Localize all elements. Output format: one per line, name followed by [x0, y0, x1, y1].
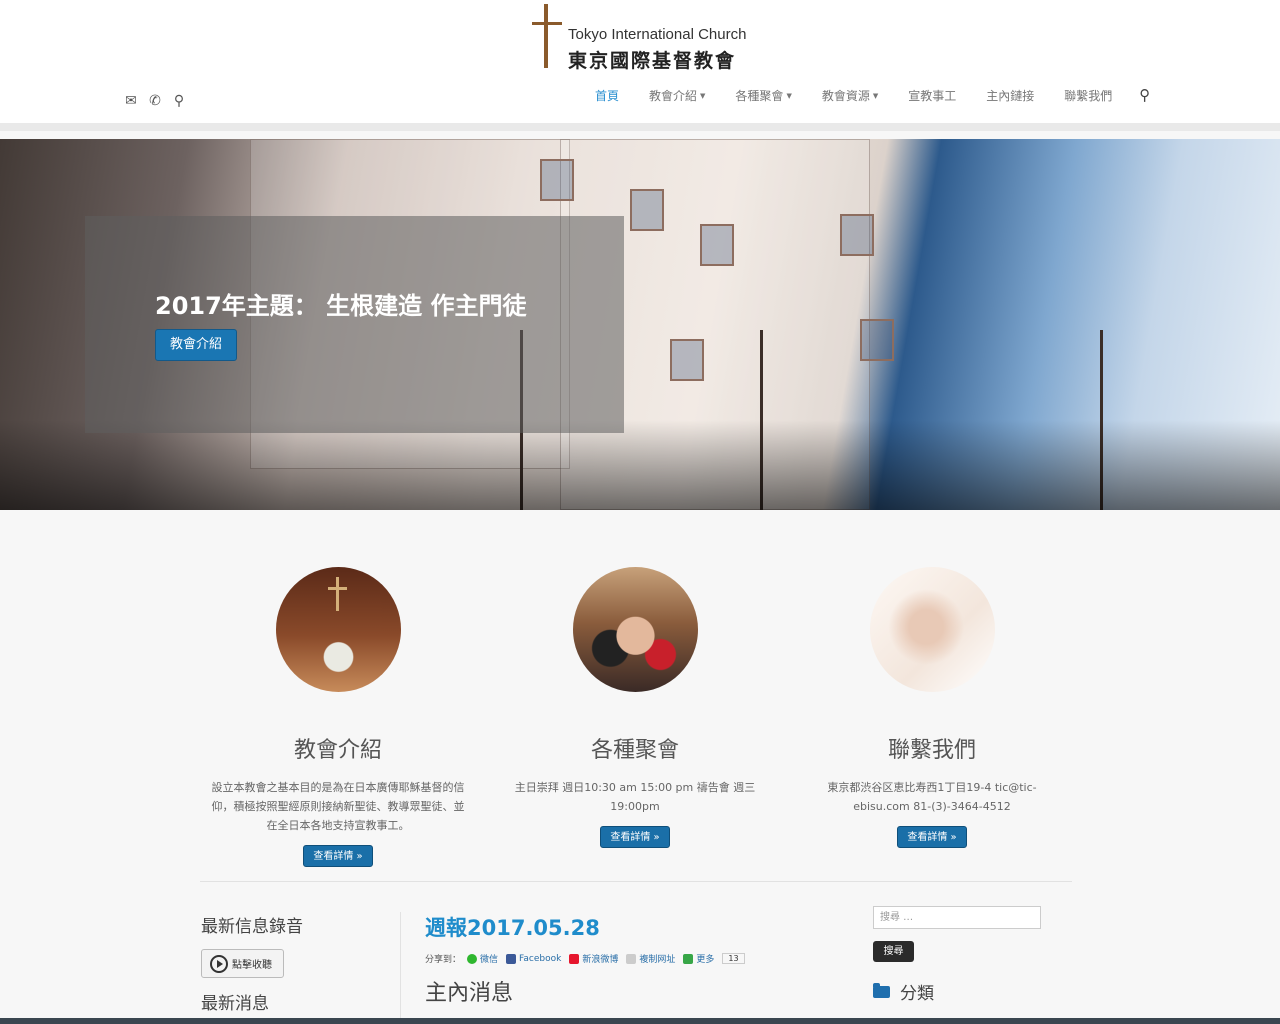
hero-about-button[interactable]: 教會介紹: [155, 329, 237, 361]
section-title: 主內消息: [425, 981, 514, 1006]
feature-about: 教會介紹 設立本教會之基本目的是為在日本廣傳耶穌基督的信仰，積極按照聖經原則接納…: [178, 567, 498, 867]
hero-caption: 2017年主題： 生根建造 作主門徒 教會介紹: [85, 216, 624, 433]
feature-title: 教會介紹: [293, 738, 382, 763]
feature-more-button[interactable]: 查看詳情 »: [600, 826, 670, 848]
hero-window: [670, 339, 704, 381]
share-label: 分享到：: [425, 955, 462, 965]
share-weibo[interactable]: 新浪微博: [569, 952, 618, 965]
play-icon: [210, 954, 228, 973]
feature-text: 設立本教會之基本目的是為在日本廣傳耶穌基督的信仰，積極按照聖經原則接納新聖徒、教…: [211, 781, 465, 832]
nav-item-meetings[interactable]: 各種聚會 ▼: [735, 87, 791, 104]
hero-window: [540, 159, 574, 201]
nav-item-resources[interactable]: 教會資源 ▼: [822, 87, 878, 104]
congregation-photo-image: [572, 567, 698, 692]
listen-button[interactable]: 點擊收聽: [201, 949, 284, 978]
feature-text: 主日崇拜 週日10:30 am 15:00 pm 禱告會 週三 19:00pm: [514, 781, 756, 813]
share-facebook[interactable]: Facebook: [506, 953, 561, 964]
categories-title: 分類: [873, 979, 1073, 1004]
hero-window: [840, 214, 874, 256]
right-sidebar: 搜尋 … 搜尋 分類: [873, 906, 1073, 1004]
map-marker-icon[interactable]: ⚲: [172, 93, 186, 109]
wechat-icon: [467, 953, 478, 964]
latest-news-title: 最新消息: [201, 994, 269, 1014]
church-interior-image: [275, 567, 401, 692]
search-icon[interactable]: ⚲: [1139, 86, 1150, 104]
hero-window: [630, 189, 664, 231]
main-nav: 首頁 教會介紹 ▼ 各種聚會 ▼ 教會資源 ▼ 宣教事工 主內鏈接 聯繫我們 ⚲: [580, 86, 1150, 104]
logo-text-zh: 東京國際基督教會: [568, 50, 737, 72]
facebook-icon: [506, 953, 517, 964]
feature-text: 東京都渋谷区恵比寿西1丁目19-4 tic@tic-ebisu.com 81-(…: [827, 781, 1037, 813]
share-wechat[interactable]: 微信: [467, 952, 498, 965]
feature-more-button[interactable]: 查看詳情 »: [303, 845, 373, 867]
holding-hands-image: [869, 567, 995, 692]
phone-icon[interactable]: ✆: [148, 93, 162, 109]
nav-item-missions[interactable]: 宣教事工: [908, 87, 956, 104]
search-input[interactable]: 搜尋 …: [873, 906, 1041, 929]
feature-meetings: 各種聚會 主日崇拜 週日10:30 am 15:00 pm 禱告會 週三 19:…: [475, 567, 795, 848]
feature-more-button[interactable]: 查看詳情 »: [897, 826, 967, 848]
search-button[interactable]: 搜尋: [873, 941, 914, 962]
copy-icon: [626, 953, 637, 964]
caret-down-icon: ▼: [786, 92, 792, 100]
contact-icons: ✉ ✆ ⚲: [124, 93, 186, 109]
plus-icon: [683, 953, 694, 964]
share-copy-url[interactable]: 複制网址: [626, 952, 675, 965]
feature-contact: 聯繫我們 東京都渋谷区恵比寿西1丁目19-4 tic@tic-ebisu.com…: [772, 567, 1092, 848]
cross-bar: [532, 22, 562, 25]
hero-window: [860, 319, 894, 361]
left-sidebar: 最新信息錄音 點擊收聽 最新消息: [201, 912, 401, 1024]
latest-sermon-title: 最新信息錄音: [201, 917, 303, 937]
section-divider: [200, 881, 1072, 882]
nav-item-contact[interactable]: 聯繫我們: [1064, 87, 1112, 104]
share-count: 13: [722, 953, 745, 964]
feature-title: 聯繫我們: [887, 738, 976, 763]
cross-icon: [544, 4, 548, 68]
logo-text-en: Tokyo International Church: [568, 26, 747, 43]
nav-item-links[interactable]: 主內鏈接: [986, 87, 1034, 104]
caret-down-icon: ▼: [700, 92, 706, 100]
share-more[interactable]: 更多: [683, 952, 714, 965]
hero-shade: [0, 420, 1280, 510]
caret-down-icon: ▼: [872, 92, 879, 100]
weibo-icon: [569, 953, 580, 964]
feature-title: 各種聚會: [590, 738, 679, 763]
envelope-icon[interactable]: ✉: [124, 93, 138, 109]
site-logo[interactable]: Tokyo International Church 東京國際基督教會: [530, 4, 750, 72]
hero-window: [700, 224, 734, 266]
listen-label: 點擊收聽: [232, 960, 272, 971]
hero-banner: 2017年主題： 生根建造 作主門徒 教會介紹: [0, 139, 1280, 510]
post-content: 週報2017.05.28 分享到： 微信 Facebook 新浪微博 複制网址 …: [425, 912, 845, 1024]
hero-title: 2017年主題： 生根建造 作主門徒: [155, 292, 527, 320]
taskbar: [0, 1018, 1280, 1024]
post-title[interactable]: 週報2017.05.28: [425, 912, 845, 942]
nav-item-about[interactable]: 教會介紹 ▼: [649, 87, 705, 104]
nav-item-home[interactable]: 首頁: [595, 87, 619, 104]
site-header: Tokyo International Church 東京國際基督教會 ✉ ✆ …: [0, 0, 1280, 131]
folder-icon: [873, 982, 890, 998]
share-bar: 分享到： 微信 Facebook 新浪微博 複制网址 更多 13: [425, 952, 845, 965]
categories-label: 分類: [900, 984, 934, 1004]
